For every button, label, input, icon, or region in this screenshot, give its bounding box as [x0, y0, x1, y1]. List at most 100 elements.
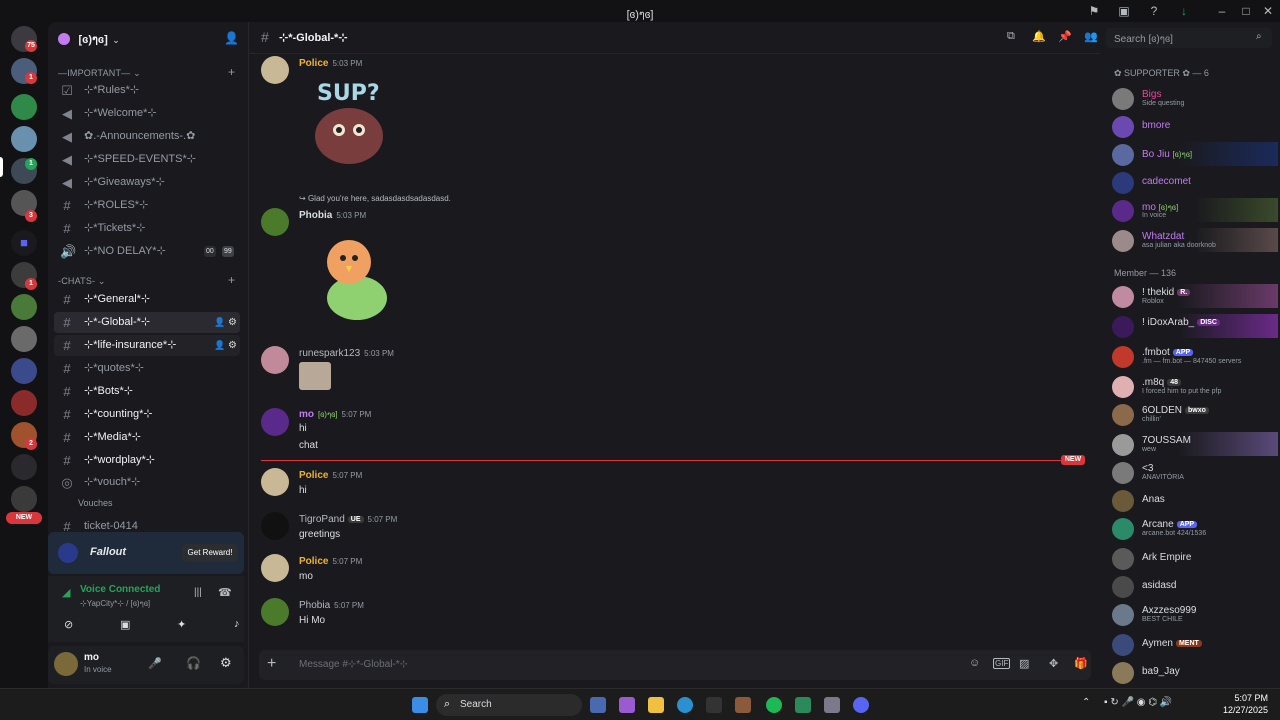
channel-media[interactable]: # ⊹*Media*⊹: [54, 427, 240, 448]
activities-icon[interactable]: ✥: [1049, 657, 1058, 670]
minimize-icon[interactable]: –: [1214, 3, 1230, 19]
server-icon[interactable]: [11, 358, 37, 384]
bell-icon[interactable]: 🔔: [1032, 30, 1046, 43]
channel-roles[interactable]: # ⊹*ROLES*⊹: [54, 195, 240, 216]
member-item[interactable]: 6OLDEN bwxo chillin': [1112, 402, 1278, 426]
server-icon[interactable]: [11, 126, 37, 152]
get-reward-button[interactable]: Get Reward!: [182, 544, 238, 562]
screen-share-icon[interactable]: ▣: [120, 618, 130, 631]
gear-icon[interactable]: ⚙: [228, 312, 237, 333]
invite-icon[interactable]: 👤: [214, 312, 225, 333]
noise-icon[interactable]: |||: [194, 587, 202, 598]
maximize-icon[interactable]: □: [1238, 3, 1254, 19]
promo-banner[interactable]: Fallout Get Reward!: [48, 532, 244, 574]
reply-preview[interactable]: ↪ Glad you're here, sadasdasdsadasdasd.: [299, 194, 451, 203]
member-item[interactable]: <3 ANAVITÓRIA: [1112, 460, 1278, 484]
gear-icon[interactable]: ⚙: [228, 335, 237, 356]
add-attachment-icon[interactable]: +: [267, 655, 276, 673]
member-item[interactable]: Axzzeso999 BEST CHILE: [1112, 602, 1278, 626]
sticker-image[interactable]: [317, 232, 397, 324]
invite-icon[interactable]: 👤: [214, 335, 225, 356]
gif-icon[interactable]: GIF: [993, 658, 1011, 669]
member-item[interactable]: Ark Empire: [1112, 546, 1278, 570]
apps-icon[interactable]: ☺: [969, 657, 980, 669]
spotify-icon[interactable]: [766, 697, 782, 713]
avatar[interactable]: [261, 208, 289, 236]
threads-icon[interactable]: ⧉: [1007, 30, 1015, 43]
message-author[interactable]: TigroPand UE 5:07 PM: [299, 514, 397, 525]
add-channel-icon[interactable]: +: [228, 273, 235, 287]
avatar[interactable]: [261, 598, 289, 626]
invite-icon[interactable]: 👤: [224, 31, 239, 45]
inbox-icon[interactable]: ⚑: [1086, 3, 1102, 19]
disconnect-icon[interactable]: ☎: [218, 586, 232, 599]
message-input[interactable]: Message #⊹*-Global-*⊹: [299, 659, 408, 670]
avatar[interactable]: [261, 56, 289, 84]
member-item[interactable]: mo [ɞ)ๆɞ] In voice: [1112, 198, 1278, 222]
camera-off-icon[interactable]: ⊘: [64, 618, 73, 631]
channel-general[interactable]: # ⊹*General*⊹: [54, 289, 240, 310]
avatar[interactable]: [261, 512, 289, 540]
members-icon[interactable]: 👥: [1084, 30, 1098, 43]
channel-tickets[interactable]: # ⊹*Tickets*⊹: [54, 218, 240, 239]
channel-quotes[interactable]: # ⊹*quotes*⊹: [54, 358, 240, 379]
search-input[interactable]: Search [ɞ)ๆɞ] ⌕: [1106, 28, 1272, 48]
channel-wordplay[interactable]: # ⊹*wordplay*⊹: [54, 450, 240, 471]
channel-rules[interactable]: ☑ ⊹*Rules*⊹: [54, 80, 240, 101]
member-item[interactable]: ! thekid R. Roblox: [1112, 284, 1278, 308]
category-important[interactable]: —IMPORTANT— ⌄: [58, 68, 141, 79]
channel-global[interactable]: # ⊹*-Global-*⊹ 👤 ⚙: [54, 312, 240, 333]
avatar[interactable]: [261, 468, 289, 496]
avatar[interactable]: [261, 554, 289, 582]
member-item[interactable]: .m8q 48 I forced him to put the pfp: [1112, 374, 1278, 398]
member-item[interactable]: Whatzdat asa julian aka doorknob: [1112, 228, 1278, 252]
gift-icon[interactable]: 🎁: [1074, 657, 1088, 670]
server-icon[interactable]: [11, 94, 37, 120]
channel-speed-events[interactable]: ◀ ⊹*SPEED-EVENTS*⊹: [54, 149, 240, 170]
avatar[interactable]: [261, 346, 289, 374]
server-icon[interactable]: [11, 454, 37, 480]
category-chats[interactable]: -CHATS- ⌄: [58, 276, 106, 287]
message-author[interactable]: Police 5:07 PM: [299, 556, 362, 567]
help-icon[interactable]: ?: [1146, 3, 1162, 19]
server-icon[interactable]: [11, 294, 37, 320]
add-channel-icon[interactable]: +: [228, 65, 235, 79]
voice-channel[interactable]: ⊹YapCity*⊹ / [ɞ)ๆɞ]: [80, 597, 150, 610]
copilot-icon[interactable]: [619, 697, 635, 713]
soundboard-icon[interactable]: ♪: [234, 618, 240, 630]
member-item[interactable]: cadecomet: [1112, 170, 1278, 194]
headphones-icon[interactable]: 🎧: [186, 656, 201, 670]
pin-icon[interactable]: 📌: [1058, 30, 1072, 43]
clock-date[interactable]: 12/27/2025: [1212, 705, 1268, 715]
server-icon[interactable]: [11, 390, 37, 416]
message-author[interactable]: Police 5:03 PM: [299, 58, 362, 69]
message-author[interactable]: runespark123 5:03 PM: [299, 348, 394, 359]
member-item[interactable]: Aymen MENT: [1112, 632, 1278, 656]
member-item[interactable]: ! iDoxArab_ DISC: [1112, 314, 1278, 338]
gear-icon[interactable]: ⚙: [220, 655, 232, 671]
chevron-up-icon[interactable]: ⌃: [1082, 697, 1090, 708]
activities-icon[interactable]: ✦: [177, 618, 186, 631]
channel-giveaways[interactable]: ◀ ⊹*Giveaways*⊹: [54, 172, 240, 193]
nitro-icon[interactable]: ▣: [1116, 3, 1132, 19]
member-item[interactable]: bmore: [1112, 114, 1278, 138]
message-author[interactable]: Phobia 5:03 PM: [299, 210, 366, 221]
sticker-icon[interactable]: ▨: [1019, 657, 1029, 670]
task-view-icon[interactable]: [590, 697, 606, 713]
edge-icon[interactable]: [677, 697, 693, 713]
tray-icons[interactable]: ▪ ↻ 🎤 ◉ ⌬ 🔊: [1104, 697, 1172, 708]
avatar[interactable]: [261, 408, 289, 436]
member-item[interactable]: 7OUSSAM wew: [1112, 432, 1278, 456]
clock-time[interactable]: 5:07 PM: [1222, 693, 1268, 703]
avatar[interactable]: [54, 652, 78, 676]
server-icon[interactable]: [11, 486, 37, 512]
member-item[interactable]: Anas: [1112, 488, 1278, 512]
download-icon[interactable]: ↓: [1176, 3, 1192, 19]
image-attachment[interactable]: [299, 362, 331, 390]
app-icon[interactable]: [735, 697, 751, 713]
server-icon[interactable]: [11, 326, 37, 352]
member-item[interactable]: .fmbot APP .fm — fm.bot — 847450 servers: [1112, 344, 1278, 368]
channel-welcome[interactable]: ◀ ⊹*Welcome*⊹: [54, 103, 240, 124]
folder-icon[interactable]: ■: [11, 230, 37, 256]
channel-counting[interactable]: # ⊹*counting*⊹: [54, 404, 240, 425]
